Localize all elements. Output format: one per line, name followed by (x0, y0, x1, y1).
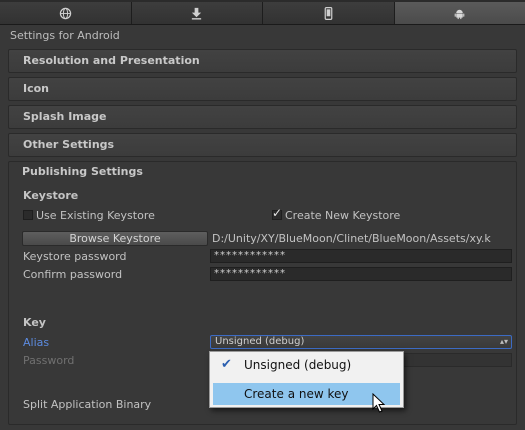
browse-keystore-button[interactable]: Browse Keystore (22, 231, 208, 246)
keystore-password-label: Keystore password (23, 250, 127, 263)
use-existing-keystore-toggle[interactable]: Use Existing Keystore (23, 209, 155, 222)
mobile-device-icon (324, 6, 333, 20)
keystore-password-field[interactable]: ************ (210, 249, 512, 263)
mouse-cursor-icon (372, 393, 386, 413)
keystore-path: D:/Unity/XY/BlueMoon/Clinet/BlueMoon/Ass… (212, 232, 491, 245)
dropdown-arrows-icon: ▴▾ (499, 337, 508, 346)
settings-for-label: Settings for Android (10, 29, 120, 42)
alias-label: Alias (23, 336, 50, 349)
section-resolution-presentation[interactable]: Resolution and Presentation (8, 49, 517, 73)
tab-android[interactable] (394, 2, 525, 24)
menu-item-label: Unsigned (debug) (244, 358, 352, 372)
alias-selected-value: Unsigned (debug) (215, 336, 305, 347)
alias-dropdown[interactable]: Unsigned (debug) ▴▾ (210, 335, 512, 349)
create-new-keystore-toggle[interactable]: ✓ Create New Keystore (272, 206, 401, 222)
key-heading: Key (23, 316, 46, 329)
tab-web[interactable] (131, 2, 263, 24)
download-icon (192, 7, 202, 20)
keystore-heading: Keystore (23, 189, 79, 202)
confirm-password-field[interactable]: ************ (210, 267, 512, 281)
confirm-password-label: Confirm password (23, 268, 123, 281)
menu-item-unsigned-debug[interactable]: ✔ Unsigned (debug) (213, 354, 400, 376)
section-publishing-settings[interactable]: Publishing Settings (8, 161, 517, 185)
android-icon (454, 9, 465, 19)
tab-ios[interactable] (263, 2, 395, 24)
create-new-keystore-label: Create New Keystore (285, 209, 401, 222)
tab-standalone[interactable] (0, 2, 132, 24)
checkmark-icon: ✔ (221, 357, 232, 372)
section-splash-image[interactable]: Splash Image (8, 105, 517, 129)
use-existing-keystore-checkbox[interactable] (23, 210, 33, 220)
globe-icon (59, 7, 71, 19)
section-icon[interactable]: Icon (8, 77, 517, 101)
split-application-binary-label: Split Application Binary (23, 398, 152, 411)
menu-item-label: Create a new key (244, 387, 349, 401)
key-password-label: Password (23, 354, 75, 367)
use-existing-keystore-label: Use Existing Keystore (36, 209, 155, 222)
section-other-settings[interactable]: Other Settings (8, 133, 517, 157)
platform-tab-strip (0, 0, 525, 25)
checkmark-icon: ✓ (272, 206, 283, 220)
create-new-keystore-checkbox[interactable]: ✓ (272, 206, 283, 220)
